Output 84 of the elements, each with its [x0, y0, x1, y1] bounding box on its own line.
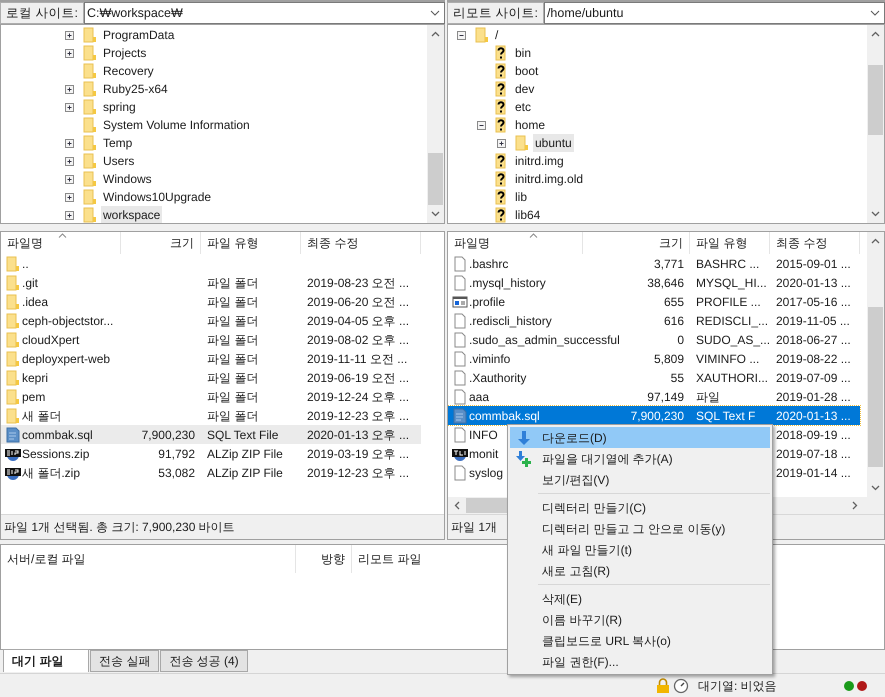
site-label: 리모트 사이트: — [447, 2, 544, 24]
file-date: 2019-08-22 ... — [776, 352, 851, 366]
file-type: BASHRC ... — [696, 256, 760, 270]
file-name: .rediscli_history — [469, 312, 552, 330]
file-type: PROFILE ... — [696, 294, 761, 308]
file-type: ALZip ZIP File — [207, 446, 283, 460]
file-date: 2017-05-16 ... — [776, 294, 851, 308]
file-type: 파일 폴더 — [207, 370, 258, 384]
site-label: 로컬 사이트: — [0, 2, 84, 24]
file-type: 파일 폴더 — [207, 314, 258, 328]
file-date: 2019-03-19 오후 ... — [307, 446, 410, 460]
file-name: .Xauthority — [469, 370, 526, 386]
file-size: 7,900,230 — [142, 428, 195, 442]
file-size: 616 — [664, 314, 684, 328]
file-name: 새 폴더 — [22, 408, 62, 424]
file-type: 파일 폴더 — [207, 294, 258, 308]
file-date: 2020-01-13 ... — [776, 408, 851, 422]
file-type: SUDO_AS_... — [696, 332, 770, 346]
file-type: 파일 폴더 — [207, 352, 258, 366]
file-name: .mysql_history — [469, 274, 546, 292]
file-date: 2019-12-23 오후 ... — [307, 466, 410, 480]
file-date: 2018-09-19 ... — [776, 428, 851, 442]
file-name: kepri — [22, 370, 48, 386]
file-size: 38,646 — [647, 276, 684, 290]
file-name: pem — [22, 388, 46, 406]
file-name: commbak.sql — [22, 426, 93, 444]
file-name: 새 폴더.zip — [22, 464, 80, 482]
file-name: cloudXpert — [22, 332, 80, 348]
file-date: 2018-06-27 ... — [776, 332, 851, 346]
file-type: SQL Text F — [696, 408, 756, 422]
file-date: 2019-12-24 오후 ... — [307, 390, 410, 404]
file-type: XAUTHORI... — [696, 370, 768, 384]
file-size: 97,149 — [647, 390, 684, 404]
file-size: 655 — [664, 294, 684, 308]
file-date: 2019-06-19 오전 ... — [307, 370, 410, 384]
file-type: VIMINFO ... — [696, 352, 760, 366]
file-name: ceph-objectstor... — [22, 312, 114, 330]
file-name: .bashrc — [469, 256, 508, 272]
file-size: 91,792 — [158, 446, 195, 460]
file-date: 2020-01-13 ... — [776, 276, 851, 290]
file-date: 2020-01-13 오후 ... — [307, 428, 410, 442]
file-date: 2019-08-02 오후 ... — [307, 332, 410, 346]
status-text: 파일 1개 선택됨. 총 크기: 7,900,230 바이트 — [4, 519, 235, 536]
file-name: aaa — [469, 388, 490, 406]
status-text: 파일 1개 — [451, 519, 498, 536]
file-type: 파일 폴더 — [207, 276, 258, 290]
file-type: 파일 — [696, 390, 720, 404]
file-name: .sudo_as_admin_successful — [469, 332, 620, 348]
file-name: deployxpert-web — [22, 350, 110, 368]
file-size: 5,809 — [654, 352, 684, 366]
file-date: 2019-12-23 오후 ... — [307, 408, 410, 422]
file-date: 2015-09-01 ... — [776, 256, 851, 270]
file-type: MYSQL_HI... — [696, 276, 767, 290]
file-type: ALZip ZIP File — [207, 466, 283, 480]
file-size: 55 — [670, 370, 684, 384]
file-date: 2019-06-20 오전 ... — [307, 294, 410, 308]
file-type: 파일 폴더 — [207, 332, 258, 346]
file-size: 3,771 — [654, 256, 684, 270]
file-size: 53,082 — [158, 466, 195, 480]
file-date: 2019-04-05 오후 ... — [307, 314, 410, 328]
file-date: 2019-07-18 ... — [776, 446, 851, 460]
file-name: .profile — [469, 294, 506, 310]
file-name: monit — [469, 446, 498, 462]
file-name: .idea — [22, 294, 48, 310]
file-size: 0 — [677, 332, 684, 346]
file-type: 파일 폴더 — [207, 408, 258, 422]
file-size: 7,900,230 — [630, 408, 684, 422]
file-type: SQL Text File — [207, 428, 278, 442]
file-name: commbak.sql — [469, 408, 540, 424]
file-date: 2019-01-28 ... — [776, 390, 851, 404]
file-type: 파일 폴더 — [207, 390, 258, 404]
file-date: 2019-11-05 ... — [776, 314, 850, 328]
queue-status: 대기열: 비었음 — [698, 678, 778, 694]
file-name: INFO — [469, 426, 498, 444]
file-date: 2019-11-11 오전 ... — [307, 352, 408, 366]
file-date: 2019-07-09 ... — [776, 370, 851, 384]
file-name: Sessions.zip — [22, 446, 90, 462]
file-name: syslog — [469, 464, 504, 482]
file-name: .. — [22, 256, 29, 272]
file-type: REDISCLI_... — [696, 314, 768, 328]
file-name: .viminfo — [469, 350, 510, 368]
file-date: 2019-08-23 오전 ... — [307, 276, 410, 290]
file-name: .git — [22, 274, 38, 292]
file-date: 2019-01-14 ... — [776, 466, 851, 480]
